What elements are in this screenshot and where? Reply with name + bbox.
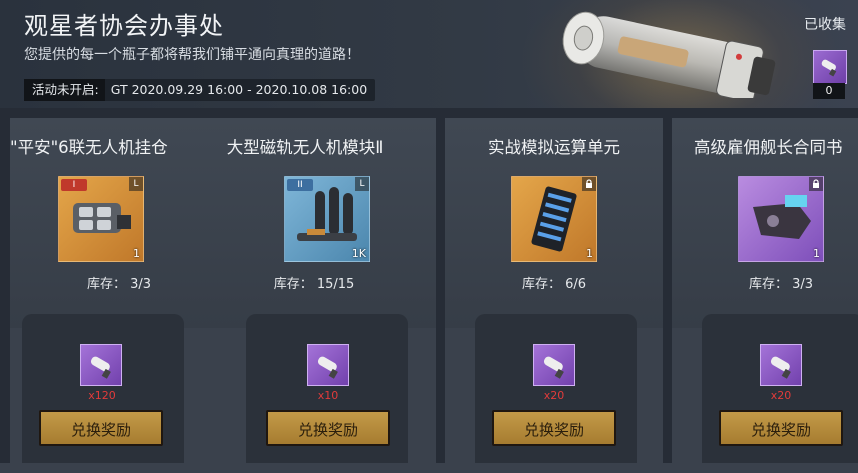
period-label: 活动未开启: (24, 79, 105, 101)
stock-label: 库存： (521, 277, 561, 292)
reward-item-icon[interactable]: 1 (511, 176, 597, 262)
page-subtitle: 您提供的每一个瓶子都将帮我们铺平通向真理的道路！ (24, 47, 360, 63)
lock-glyph (813, 179, 819, 188)
stock-value: 6/6 (565, 277, 587, 292)
stock-value: 15/15 (316, 277, 355, 292)
reward-item-icon[interactable]: I L 1 (58, 176, 144, 262)
reward-title: 大型磁轨无人机模块Ⅱ (226, 138, 384, 157)
collected-count: 0 (813, 83, 845, 99)
stock-info: 库存： 3/3 (688, 273, 858, 292)
stock-label: 库存： (748, 277, 788, 292)
reward-title: 实战模拟运算单元 (488, 138, 620, 157)
lock-icon (809, 177, 823, 191)
bottle-icon (760, 344, 802, 386)
bottle-icon[interactable] (813, 50, 847, 84)
stock-value: 3/3 (130, 277, 152, 292)
bottle-glyph (543, 356, 564, 379)
stock-info: 库存： 6/6 (445, 273, 663, 292)
tier-badge: II (287, 179, 313, 191)
redeem-button[interactable]: 兑换奖励 (492, 410, 616, 446)
bottle-glyph (770, 356, 791, 379)
reward-title: 高级雇佣舰长合同书 (694, 138, 843, 157)
item-quantity: 1 (586, 247, 593, 260)
cost-amount: x20 (543, 389, 565, 402)
reward-item-icon[interactable]: II L 1K (284, 176, 370, 262)
reward-item-icon[interactable]: 1 (738, 176, 824, 262)
bottle-icon (533, 344, 575, 386)
cost-amount: x10 (317, 389, 339, 402)
size-tag: L (355, 177, 369, 191)
bottle-glyph (317, 356, 338, 379)
stock-label: 库存： (273, 277, 313, 292)
lock-glyph (586, 179, 592, 188)
bottle-icon (80, 344, 122, 386)
item-quantity: 1 (133, 247, 140, 260)
reward-card: 高级雇佣舰长合同书 1 库存： 3/3 x20 兑换奖励 (672, 118, 858, 463)
event-header: 观星者协会办事处 您提供的每一个瓶子都将帮我们铺平通向真理的道路！ 活动未开启:… (0, 0, 858, 108)
period-value: GT 2020.09.29 16:00 - 2020.10.08 16:00 (110, 82, 368, 97)
tier-badge: I (61, 179, 87, 191)
bottle-glyph (90, 356, 111, 379)
redeem-button[interactable]: 兑换奖励 (39, 410, 163, 446)
event-period: 活动未开启: GT 2020.09.29 16:00 - 2020.10.08 1… (24, 79, 376, 101)
cost-amount: x20 (770, 389, 792, 402)
page-title: 观星者协会办事处 (24, 12, 224, 40)
bottle-illustration (562, 11, 776, 98)
stock-value: 3/3 (792, 277, 814, 292)
stock-info: 库存： 3/3 (10, 273, 228, 292)
lock-icon (582, 177, 596, 191)
reward-card: 大型磁轨无人机模块Ⅱ II L 1K 库存： 15/15 x10 兑换奖励 (218, 118, 436, 463)
size-tag: L (129, 177, 143, 191)
stock-info: 库存： 15/15 (205, 273, 423, 292)
bottle-glyph (821, 59, 837, 77)
stock-label: 库存： (86, 277, 126, 292)
redeem-button[interactable]: 兑换奖励 (719, 410, 843, 446)
redeem-button[interactable]: 兑换奖励 (266, 410, 390, 446)
reward-card: 实战模拟运算单元 1 库存： 6/6 x20 兑换奖励 (445, 118, 663, 463)
collected-label: 已收集 (804, 17, 846, 33)
item-quantity: 1K (351, 247, 366, 260)
reward-card: "平安"6联无人机挂仓 I L 1 库存： 3/3 x120 兑换奖励 (10, 118, 228, 463)
bottom-bar (0, 463, 858, 473)
item-quantity: 1 (813, 247, 820, 260)
bottle-icon (307, 344, 349, 386)
cost-amount: x120 (88, 389, 116, 402)
